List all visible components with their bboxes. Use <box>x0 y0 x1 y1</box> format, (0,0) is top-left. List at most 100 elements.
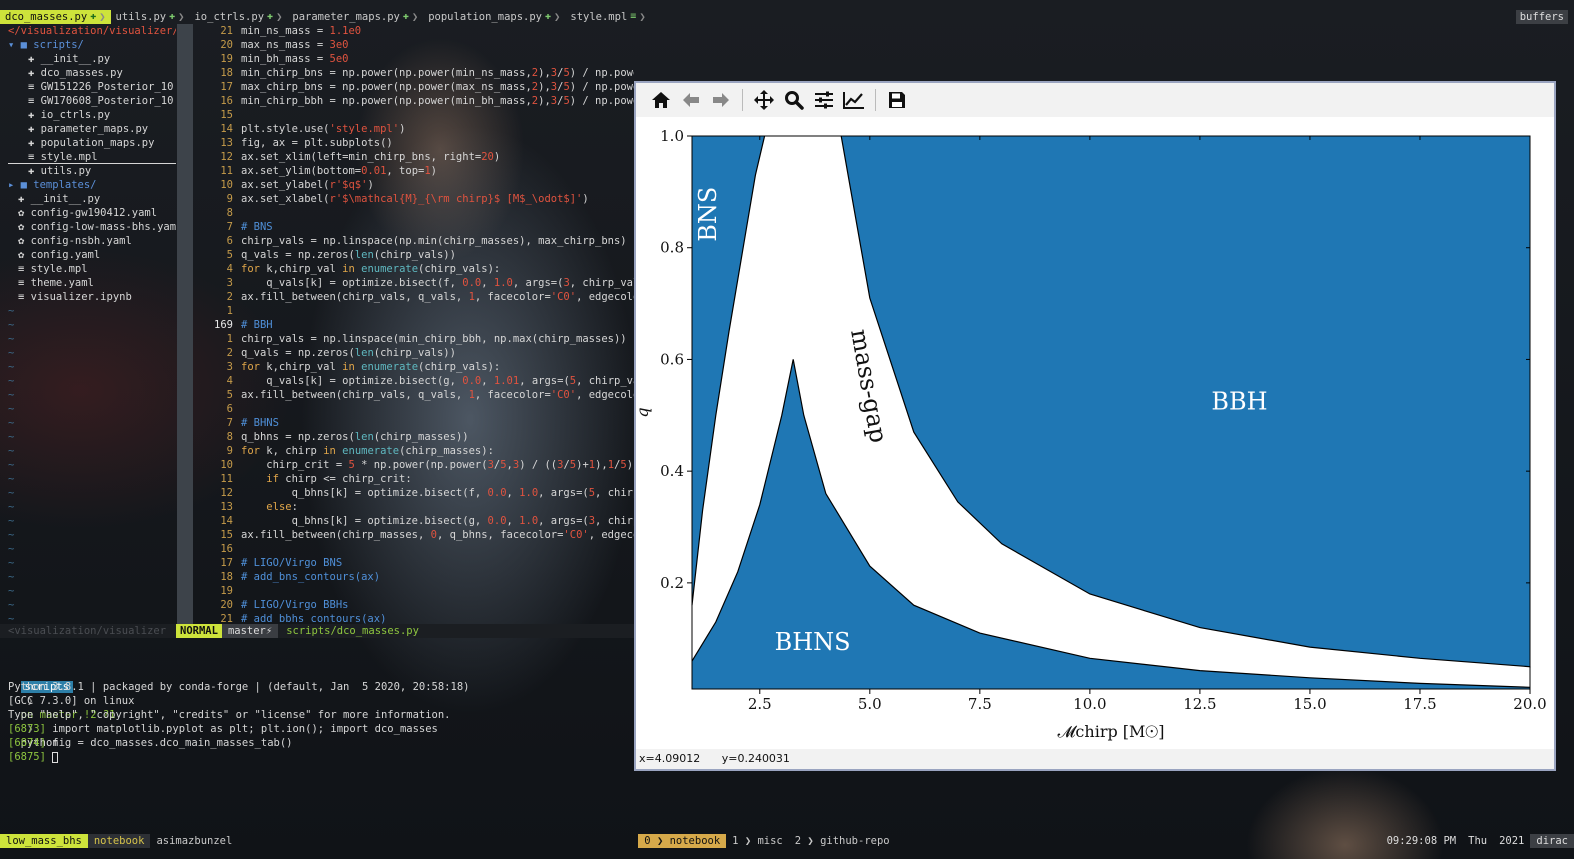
tree-item[interactable]: ✚ __init__.py <box>8 192 176 206</box>
python-icon: ✚ <box>169 11 176 22</box>
empty-line-marker: ~ <box>8 501 15 513</box>
line-number: 13 <box>220 137 233 149</box>
code-token: len <box>354 249 374 261</box>
code-token: 3 <box>557 459 564 471</box>
x-tick-label: 10.0 <box>1073 695 1106 713</box>
tab-style-mpl[interactable]: style.mpl ≡ ❯ <box>565 10 650 24</box>
tree-item[interactable]: ✚ parameter_maps.py <box>8 122 176 136</box>
line-number: 2 <box>226 291 233 303</box>
tree-item[interactable]: ≡ style.mpl <box>8 150 176 164</box>
empty-line-marker: ~ <box>8 445 15 457</box>
tree-item[interactable]: ✿ config-low-mass-bhs.yam <box>8 220 176 234</box>
save-icon[interactable] <box>886 89 908 111</box>
line-number: 18 <box>220 67 233 79</box>
empty-line-marker: ~ <box>8 473 15 485</box>
tree-item[interactable]: ≡ visualizer.ipynb <box>8 290 176 304</box>
code-line: min_ns_mass = 1.1e0 <box>241 25 362 37</box>
empty-line-marker: ~ <box>8 613 15 624</box>
line-number: 11 <box>220 473 233 485</box>
tmux-window-label: github-repo <box>820 835 890 847</box>
tab-utils-py[interactable]: utils.py ✚ ❯ <box>111 10 190 24</box>
tab-dco_masses-py[interactable]: dco_masses.py ✚ ❯ <box>0 10 111 24</box>
line-number: 10 <box>220 459 233 471</box>
code-line: # add_bns_contours(ax) <box>241 570 634 584</box>
tab-label: population_maps.py <box>428 11 543 23</box>
line-number: 8 <box>226 207 233 219</box>
empty-line-marker: ~ <box>8 305 15 317</box>
line-number: 21 <box>220 25 233 37</box>
matplotlib-figure-window[interactable]: 2.5 5.0 7.5 10.0 12.5 15.0 17.5 20.0 0.2 0.4 0.6 0.… <box>633 81 1556 771</box>
sign-gutter <box>177 24 193 624</box>
tree-item[interactable]: ✚ io_ctrls.py <box>8 108 176 122</box>
code-line: else: <box>266 501 298 513</box>
code-line: min_bh_mass = 5e0 <box>241 53 349 65</box>
code-token: 0.0 <box>462 375 482 387</box>
plot-canvas[interactable]: 2.5 5.0 7.5 10.0 12.5 15.0 17.5 20.0 0.2 0.4 0.6 0.… <box>633 117 1554 749</box>
empty-line-marker: ~ <box>8 389 15 401</box>
empty-line-marker: ~ <box>8 585 15 597</box>
code-line: min_chirp_bbh = np.power(np.power(min_bh… <box>241 95 634 107</box>
ipython-terminal[interactable]: scripts ❯ on master !2 ?1 ❯ python Pytho… <box>8 666 628 764</box>
code-token: for <box>241 445 260 457</box>
code-token: 3e0 <box>329 39 349 51</box>
tree-item[interactable]: ▸ ■ templates/ <box>8 178 176 192</box>
code-line: q_bhns = np.zeros(len(chirp_masses)) <box>241 431 469 443</box>
tree-item[interactable]: ✿ config.yaml <box>8 248 176 262</box>
subplots-config-icon[interactable] <box>813 89 835 111</box>
tree-item[interactable]: ✿ config-gw190412.yaml <box>8 206 176 220</box>
code-token: 1.1e0 <box>329 25 362 37</box>
tree-item[interactable]: ✚ utils.py <box>8 164 176 178</box>
figure-toolbar <box>636 83 1554 117</box>
tab-parameter_maps-py[interactable]: parameter_maps.py ✚ ❯ <box>287 10 423 24</box>
tree-item[interactable]: ✚ dco_masses.py <box>8 66 176 80</box>
tmux-window-misc[interactable]: 1 ❯ misc <box>726 834 789 848</box>
edit-axes-icon[interactable] <box>843 89 865 111</box>
tmux-window-github-repo[interactable]: 2 ❯ github-repo <box>789 834 896 848</box>
home-icon[interactable] <box>650 89 672 111</box>
empty-line-marker: ~ <box>8 375 15 387</box>
tmux-window-notebook[interactable]: 0 ❯ notebook <box>638 834 727 848</box>
tree-item[interactable]: ≡ GW151226_Posterior_10 <box>8 80 176 94</box>
line-number: 19 <box>220 53 233 65</box>
line-number: 3 <box>226 361 233 373</box>
code-token: 1.0 <box>519 487 539 499</box>
code-line: q_vals = np.zeros(len(chirp_vals)) <box>241 249 456 261</box>
code-line: q_vals[k] = optimize.bisect(f, 0.0, 1.0,… <box>241 277 634 289</box>
code-editor[interactable]: min_ns_mass = 1.1e0 max_ns_mass = 3e0 min_… <box>241 24 634 624</box>
tree-item[interactable]: ✿ config-nsbh.yaml <box>8 234 176 248</box>
code-line: q_vals = np.zeros(len(chirp_vals)) <box>241 347 456 359</box>
pan-icon[interactable] <box>753 89 775 111</box>
tree-item[interactable]: ✚ __init__.py <box>8 52 176 66</box>
code-token: len <box>354 431 374 443</box>
line-number: 15 <box>220 109 233 121</box>
tmux-time: 09:29:08 PM <box>1386 835 1457 847</box>
tree-item[interactable]: </visualization/visualizer/ <box>8 24 176 38</box>
code-token: # BHNS <box>241 417 279 429</box>
empty-line-marker: ~ <box>8 529 15 541</box>
tree-item[interactable]: ▾ ■ scripts/ <box>8 38 176 52</box>
tab-io_ctrls-py[interactable]: io_ctrls.py ✚ ❯ <box>189 10 287 24</box>
zoom-icon[interactable] <box>783 89 805 111</box>
separator-icon: ❯ <box>411 11 419 23</box>
x-tick-label: 2.5 <box>748 695 772 713</box>
tmux-window-index: 1 <box>732 835 739 847</box>
file-tree: </visualization/visualizer/▾ ■ scripts/✚… <box>8 24 176 624</box>
tree-item[interactable]: ≡ style.mpl <box>8 262 176 276</box>
tree-item[interactable]: ≡ theme.yaml <box>8 276 176 290</box>
forward-arrow-icon[interactable] <box>710 89 732 111</box>
line-number: 20 <box>220 39 233 51</box>
back-arrow-icon[interactable] <box>680 89 702 111</box>
region-label-bhns: BHNS <box>775 628 851 656</box>
tree-item[interactable]: ≡ GW170608_Posterior_10 <box>8 94 176 108</box>
tab-population_maps-py[interactable]: population_maps.py ✚ ❯ <box>423 10 565 24</box>
code-token: 20 <box>481 151 494 163</box>
code-line: for k, chirp in enumerate(chirp_masses): <box>241 445 494 457</box>
code-token: 5e0 <box>329 53 349 65</box>
tab-label: parameter_maps.py <box>292 11 400 23</box>
code-line: ax.set_ylim(bottom=0.01, top=1) <box>241 165 437 177</box>
code-token: enumerate <box>361 361 419 373</box>
tree-item[interactable]: ✚ population_maps.py <box>8 136 176 150</box>
line-number: 15 <box>220 529 233 541</box>
